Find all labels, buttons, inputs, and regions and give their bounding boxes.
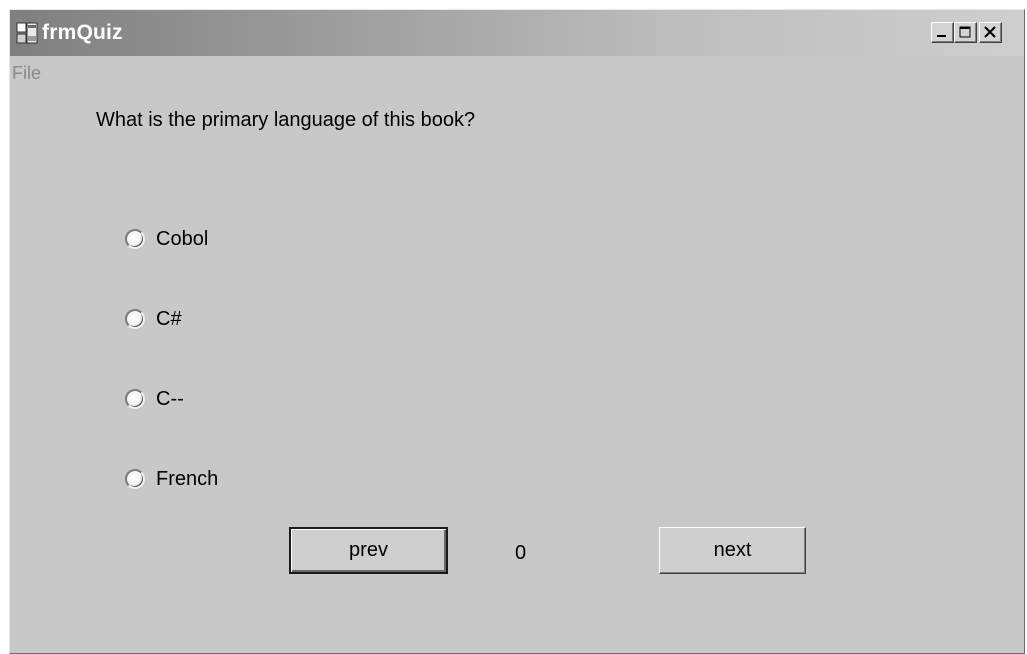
- radio-button[interactable]: [125, 229, 145, 249]
- minimize-icon: [937, 35, 946, 37]
- maximize-icon: [959, 26, 971, 38]
- option-cminusminus[interactable]: C--: [125, 385, 184, 413]
- option-label[interactable]: French: [156, 468, 218, 491]
- window-title: frmQuiz: [42, 21, 123, 44]
- prev-button[interactable]: prev: [289, 527, 448, 574]
- option-csharp[interactable]: C#: [125, 305, 182, 333]
- close-icon: [984, 26, 996, 38]
- option-french[interactable]: French: [125, 465, 218, 493]
- radio-button[interactable]: [125, 309, 145, 329]
- maximize-button[interactable]: [954, 22, 977, 43]
- next-button[interactable]: next: [659, 527, 806, 574]
- radio-button[interactable]: [125, 469, 145, 489]
- option-cobol[interactable]: Cobol: [125, 225, 208, 253]
- quiz-window: frmQuiz File What is the primary languag…: [9, 9, 1025, 654]
- question-label: What is the primary language of this boo…: [96, 109, 476, 131]
- question-counter: 0: [515, 542, 527, 564]
- option-label[interactable]: C--: [156, 388, 184, 411]
- title-bar[interactable]: frmQuiz: [10, 10, 1024, 56]
- app-icon[interactable]: [16, 22, 38, 44]
- minimize-button[interactable]: [931, 22, 954, 43]
- option-label[interactable]: Cobol: [156, 228, 208, 251]
- menu-file[interactable]: File: [12, 63, 41, 84]
- menu-bar: File: [10, 58, 1024, 86]
- radio-button[interactable]: [125, 389, 145, 409]
- close-button[interactable]: [979, 22, 1002, 43]
- option-label[interactable]: C#: [156, 308, 182, 331]
